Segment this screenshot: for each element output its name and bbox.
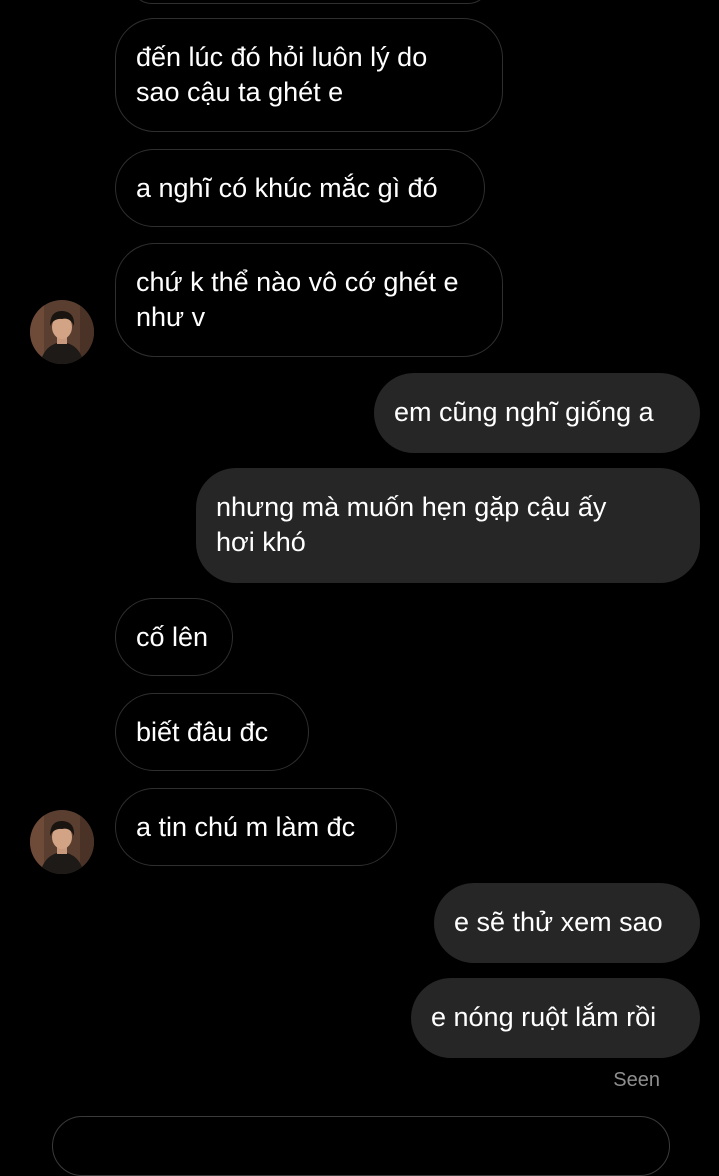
message-incoming[interactable]: đến lúc đó hỏi luôn lý do sao cậu ta ghé… bbox=[115, 18, 503, 132]
message-incoming[interactable]: cố lên bbox=[115, 598, 233, 676]
message-incoming[interactable]: chứ k thể nào vô cớ ghét e như v bbox=[115, 243, 503, 357]
message-incoming[interactable]: biết đâu đc bbox=[115, 693, 309, 771]
message-outgoing[interactable]: e nóng ruột lắm rồi bbox=[411, 978, 700, 1058]
message-outgoing[interactable]: nhưng mà muốn hẹn gặp cậu ấy hơi khó bbox=[196, 468, 700, 583]
message-composer[interactable] bbox=[52, 1116, 670, 1176]
seen-status: Seen bbox=[613, 1069, 660, 1091]
message-outgoing[interactable]: e sẽ thử xem sao bbox=[434, 883, 700, 963]
sender-avatar[interactable] bbox=[30, 810, 94, 874]
message-incoming[interactable]: a nghĩ có khúc mắc gì đó bbox=[115, 149, 485, 227]
sender-avatar[interactable] bbox=[30, 300, 94, 364]
message-outgoing[interactable]: em cũng nghĩ giống a bbox=[374, 373, 700, 453]
previous-message-edge bbox=[130, 0, 490, 4]
profile-photo-icon bbox=[30, 300, 94, 364]
profile-photo-icon bbox=[30, 810, 94, 874]
chat-thread[interactable]: đến lúc đó hỏi luôn lý do sao cậu ta ghé… bbox=[0, 0, 719, 1176]
message-incoming[interactable]: a tin chú m làm đc bbox=[115, 788, 397, 866]
